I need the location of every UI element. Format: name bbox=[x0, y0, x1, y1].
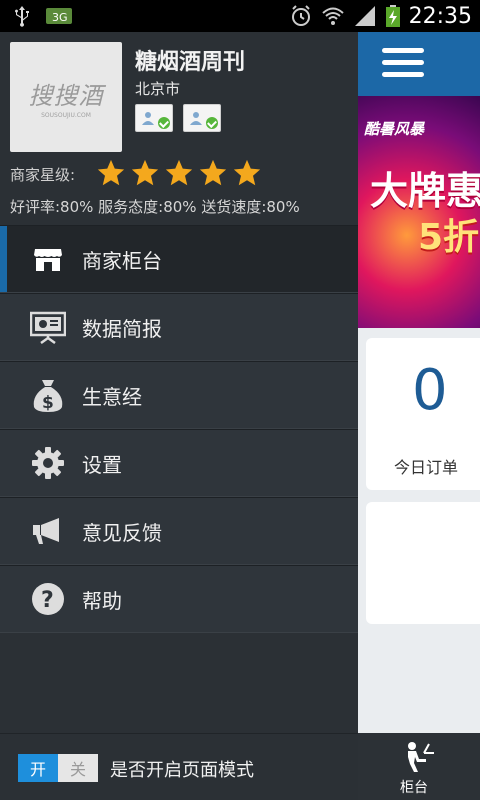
score-summary: 好评率:80% 服务态度:80% 送货速度:80% bbox=[10, 198, 300, 216]
toggle-off-label: 关 bbox=[58, 754, 98, 782]
top-app-bar bbox=[358, 32, 480, 96]
today-orders-card[interactable]: 0 今日订单 bbox=[366, 338, 480, 490]
navigation-drawer: 搜搜酒 SOUSOUJIU.COM 糖烟酒周刊 北京市 商家星级: 好评率:80… bbox=[0, 32, 358, 800]
banner-line2: 大牌惠 bbox=[370, 169, 480, 213]
presentation-icon bbox=[30, 309, 66, 345]
drawer-menu: 商家柜台 数据简报 $ 生意经 设置 意见反馈 ? 帮助 bbox=[0, 225, 358, 633]
star-icon bbox=[131, 159, 159, 186]
banner-line1: 酷暑风暴 bbox=[364, 120, 425, 138]
logo-text: 搜搜酒 bbox=[28, 81, 104, 110]
clock: 22:35 bbox=[408, 3, 472, 29]
star-icon bbox=[165, 159, 193, 186]
rating-label: 商家星级: bbox=[10, 166, 76, 184]
megaphone-icon bbox=[30, 513, 66, 549]
star-icon bbox=[97, 159, 125, 186]
menu-hamburger-icon[interactable] bbox=[382, 48, 424, 80]
gear-icon bbox=[30, 445, 66, 481]
banner-line3: 5折 bbox=[418, 217, 480, 258]
page-mode-toggle[interactable]: 开 关 bbox=[18, 754, 98, 782]
menu-item-feedback[interactable]: 意见反馈 bbox=[0, 497, 358, 565]
help-icon: ? bbox=[30, 581, 66, 617]
wifi-icon bbox=[321, 7, 344, 25]
menu-item-business-tips[interactable]: $ 生意经 bbox=[0, 361, 358, 429]
menu-item-store-counter[interactable]: 商家柜台 bbox=[0, 225, 358, 293]
star-rating bbox=[96, 158, 262, 188]
menu-item-settings[interactable]: 设置 bbox=[0, 429, 358, 497]
page-mode-setting: 开 关 是否开启页面模式 bbox=[0, 733, 358, 800]
shop-city: 北京市 bbox=[135, 80, 181, 98]
svg-text:3G: 3G bbox=[52, 11, 68, 24]
shop-logo: 搜搜酒 SOUSOUJIU.COM bbox=[10, 42, 122, 152]
money-bag-icon: $ bbox=[30, 377, 66, 413]
logo-subtext: SOUSOUJIU.COM bbox=[41, 111, 91, 119]
svg-text:$: $ bbox=[42, 393, 54, 413]
sim-icon: 3G bbox=[46, 8, 72, 24]
store-icon bbox=[30, 241, 66, 277]
menu-label: 数据简报 bbox=[82, 316, 162, 341]
star-icon bbox=[233, 159, 261, 186]
id-verified-icon bbox=[135, 104, 173, 132]
today-orders-value: 0 bbox=[412, 358, 448, 423]
verification-badges bbox=[135, 104, 221, 132]
shop-profile: 搜搜酒 SOUSOUJIU.COM 糖烟酒周刊 北京市 商家星级: 好评率:80… bbox=[0, 32, 358, 225]
menu-item-data-report[interactable]: 数据简报 bbox=[0, 293, 358, 361]
bottom-nav-label: 柜台 bbox=[400, 780, 428, 796]
battery-charging-icon bbox=[385, 5, 400, 27]
page-mode-label: 是否开启页面模式 bbox=[110, 760, 254, 781]
toggle-on-label: 开 bbox=[18, 754, 58, 782]
menu-label: 设置 bbox=[82, 452, 122, 477]
menu-label: 生意经 bbox=[82, 384, 142, 409]
status-bar: 3G 22:35 bbox=[0, 0, 480, 32]
star-icon bbox=[199, 159, 227, 186]
counter-icon bbox=[408, 742, 434, 772]
main-content: 酷暑风暴 大牌惠 5折 0 今日订单 柜台 bbox=[358, 32, 480, 800]
license-verified-icon bbox=[183, 104, 221, 132]
menu-label: 商家柜台 bbox=[82, 248, 162, 273]
alarm-icon bbox=[291, 5, 310, 26]
svg-text:?: ? bbox=[41, 588, 54, 613]
signal-icon bbox=[354, 6, 375, 26]
menu-label: 帮助 bbox=[82, 588, 122, 613]
stats-card[interactable] bbox=[366, 502, 480, 624]
promo-banner[interactable]: 酷暑风暴 大牌惠 5折 bbox=[358, 96, 480, 328]
bottom-nav-counter[interactable]: 柜台 bbox=[358, 733, 480, 800]
shop-name: 糖烟酒周刊 bbox=[135, 50, 246, 75]
usb-icon bbox=[15, 6, 29, 27]
menu-item-help[interactable]: ? 帮助 bbox=[0, 565, 358, 633]
menu-label: 意见反馈 bbox=[82, 520, 162, 545]
today-orders-label: 今日订单 bbox=[394, 458, 459, 477]
